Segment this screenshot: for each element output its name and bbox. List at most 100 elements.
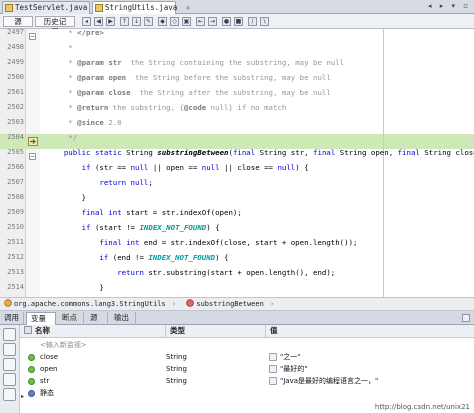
next-bookmark-icon[interactable]: ◇ <box>170 17 179 26</box>
line-number[interactable]: 2501 <box>0 85 24 100</box>
stop-macro-icon[interactable]: ■ <box>234 17 243 26</box>
code-line[interactable]: final int start = str.indexOf(open); <box>46 205 242 220</box>
shift-left-icon[interactable]: ⇤ <box>196 17 205 26</box>
breadcrumb-class[interactable]: org.apache.commons.lang3.StringUtils <box>14 300 166 308</box>
last-edit-icon[interactable]: ◂ <box>82 17 91 26</box>
method-icon <box>186 299 195 307</box>
code-line[interactable]: return null; <box>46 175 152 190</box>
show-inherited-icon[interactable] <box>3 358 16 371</box>
watch-row[interactable]: <输入新监视> <box>20 340 474 351</box>
start-macro-icon[interactable]: ● <box>222 17 231 26</box>
shift-right-icon[interactable]: ⇥ <box>208 17 217 26</box>
code-line[interactable]: if (start != INDEX_NOT_FOUND) { <box>46 220 220 235</box>
variable-icon <box>28 354 35 361</box>
fold-expand-icon[interactable]: − <box>29 33 36 40</box>
line-number[interactable]: 2499 <box>0 55 24 70</box>
fold-collapse-icon[interactable]: − <box>29 153 36 160</box>
table-row[interactable]: ▸ 静态 <box>20 388 474 402</box>
tab-output[interactable]: 输出 <box>110 312 136 325</box>
line-number[interactable]: 2507 <box>0 175 24 190</box>
code-line[interactable]: } <box>46 190 86 205</box>
value-edit-button[interactable] <box>269 365 277 373</box>
comment-icon[interactable]: / <box>248 17 257 26</box>
filter-icon[interactable] <box>3 388 16 401</box>
code-line[interactable]: * @param open the String before the subs… <box>46 70 331 85</box>
close-icon[interactable]: ✕ <box>186 2 190 14</box>
tab-navigation-icons[interactable]: ◂ ▸ ▾ ▫ <box>428 2 471 10</box>
toggle-highlight-icon[interactable]: ✎ <box>144 17 153 26</box>
table-row[interactable]: str String "Java是最好的编程语言之一，" <box>20 376 474 387</box>
variable-type: String <box>166 353 187 361</box>
code-line[interactable]: */ <box>46 130 77 145</box>
code-line[interactable]: * @param close the String after the subs… <box>46 85 331 100</box>
line-number[interactable]: 2511 <box>0 235 24 250</box>
variable-icon <box>28 366 35 373</box>
tab-call-stack[interactable]: 调用 <box>0 312 24 325</box>
line-number[interactable]: 2510 <box>0 220 24 235</box>
tab-testservlet[interactable]: TestServlet.java ✕ <box>2 1 100 14</box>
table-row[interactable]: open String "最好的" <box>20 364 474 375</box>
show-classes-icon[interactable] <box>3 373 16 386</box>
line-number[interactable]: 2505 <box>0 145 24 160</box>
code-line[interactable]: final int end = str.indexOf(close, start… <box>46 235 357 250</box>
line-number[interactable]: 2497 <box>0 29 24 40</box>
tab-variables[interactable]: 变量 <box>26 312 56 325</box>
source-view-button[interactable]: 源 <box>3 16 33 27</box>
code-line[interactable]: } <box>46 280 103 295</box>
previous-bookmark-icon[interactable]: ◆ <box>158 17 167 26</box>
variable-name: close <box>40 353 59 361</box>
value-edit-button[interactable] <box>269 377 277 385</box>
tab-breakpoints[interactable]: 断点 <box>58 312 84 325</box>
find-next-icon[interactable]: ↓ <box>132 17 141 26</box>
line-number[interactable]: 2512 <box>0 250 24 265</box>
uncomment-icon[interactable]: \ <box>260 17 269 26</box>
back-icon[interactable]: ◀ <box>94 17 103 26</box>
line-number[interactable]: 2508 <box>0 190 24 205</box>
line-number[interactable]: 2498 <box>0 40 24 55</box>
show-static-icon[interactable] <box>3 343 16 356</box>
code-line[interactable]: if (str == null || open == null || close… <box>46 160 309 175</box>
tab-label: StringUtils.java <box>105 3 178 12</box>
window-menu-icon[interactable] <box>462 314 470 322</box>
column-chooser-icon <box>24 326 32 334</box>
breadcrumb-method[interactable]: substringBetween <box>196 300 263 308</box>
static-node-label: 静态 <box>40 389 54 397</box>
line-number[interactable]: 2509 <box>0 205 24 220</box>
line-number[interactable]: 2506 <box>0 160 24 175</box>
code-line[interactable]: * @return the substring, {@code null} if… <box>46 100 286 115</box>
code-line[interactable]: * @since 2.0 <box>46 115 121 130</box>
expand-icon[interactable]: ▸ <box>21 391 24 402</box>
tab-stringutils[interactable]: StringUtils.java ✕ <box>92 1 190 14</box>
line-number[interactable]: 2504 <box>0 130 24 145</box>
history-view-button[interactable]: 历史记录 <box>35 16 75 36</box>
code-line[interactable]: * </pre> <box>46 29 104 40</box>
value-edit-button[interactable] <box>269 353 277 361</box>
column-type[interactable]: 类型 <box>166 325 266 338</box>
tab-sources[interactable]: 源 <box>86 312 108 325</box>
column-value[interactable]: 值 <box>266 325 474 338</box>
variable-value[interactable]: "Java是最好的编程语言之一，" <box>280 376 378 387</box>
column-name[interactable]: 名称 <box>20 325 166 338</box>
fold-gutter[interactable] <box>26 29 40 297</box>
line-number[interactable]: 2502 <box>0 100 24 115</box>
variable-value[interactable]: "之一" <box>280 352 300 363</box>
new-watch-icon[interactable] <box>3 328 16 341</box>
toggle-bookmark-icon[interactable]: ▣ <box>182 17 191 26</box>
line-number[interactable]: 2503 <box>0 115 24 130</box>
code-line[interactable]: return str.substring(start + open.length… <box>46 265 335 280</box>
program-counter-icon <box>28 137 38 146</box>
code-line[interactable]: public static String substringBetween(fi… <box>46 145 474 160</box>
variable-value[interactable]: "最好的" <box>280 364 307 375</box>
variable-name: str <box>40 377 50 385</box>
new-watch-placeholder[interactable]: <输入新监视> <box>40 340 87 351</box>
find-previous-icon[interactable]: ↑ <box>120 17 129 26</box>
line-number[interactable]: 2514 <box>0 280 24 295</box>
line-number[interactable]: 2500 <box>0 70 24 85</box>
forward-icon[interactable]: ▶ <box>106 17 115 26</box>
table-row[interactable]: close String "之一" <box>20 352 474 363</box>
code-line[interactable]: if (end != INDEX_NOT_FOUND) { <box>46 250 228 265</box>
code-editor[interactable]: − − 2497 * </pre> 2498 * 2499 * @param str… <box>0 29 474 297</box>
code-line[interactable]: * <box>46 40 72 55</box>
code-line[interactable]: * @param str the String containing the s… <box>46 55 344 70</box>
line-number[interactable]: 2513 <box>0 265 24 280</box>
